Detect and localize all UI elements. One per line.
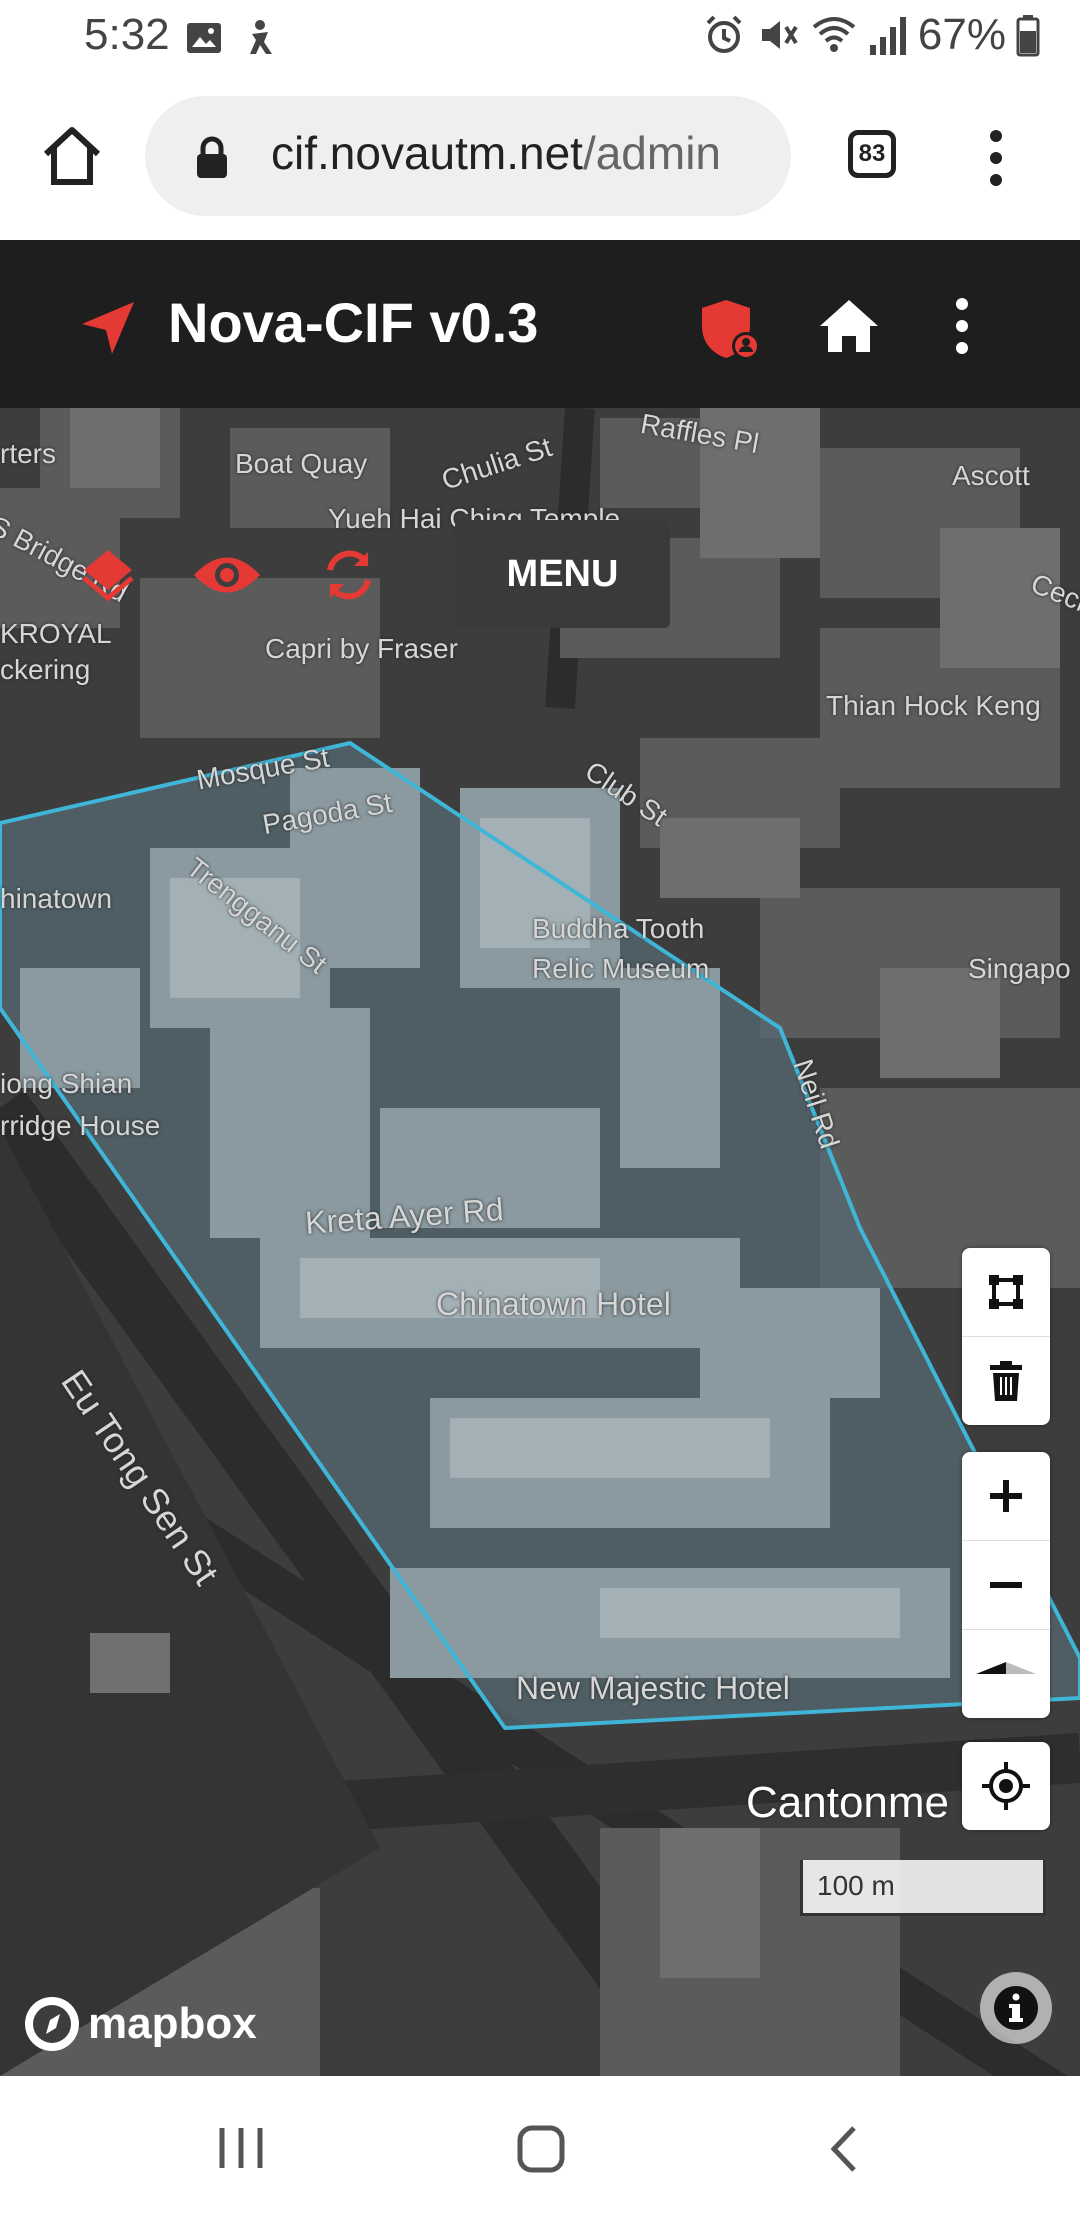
- refresh-icon[interactable]: [318, 544, 380, 606]
- zoom-controls: [962, 1452, 1050, 1718]
- browser-menu-icon[interactable]: [978, 128, 1014, 188]
- delete-shape-button[interactable]: [962, 1337, 1050, 1425]
- label-kroyal: KROYAL: [0, 618, 112, 649]
- system-nav-bar: [0, 2076, 1080, 2220]
- compass-icon: [976, 1662, 1036, 1674]
- url-host: cif.novautm.net: [271, 127, 583, 179]
- wifi-icon: [812, 17, 856, 52]
- app-menu-icon[interactable]: [952, 296, 972, 356]
- plus-icon: [990, 1480, 1022, 1512]
- scale-bar: 100 m: [800, 1860, 1046, 1916]
- zoom-out-button[interactable]: [962, 1541, 1050, 1630]
- url-path: /admin: [582, 127, 722, 179]
- label-new-majestic: New Majestic Hotel: [516, 1670, 790, 1706]
- label-chinatown-hotel: Chinatown Hotel: [436, 1286, 671, 1322]
- label-ckering: ckering: [0, 654, 91, 685]
- map-view[interactable]: Boat Quay Chulia St Raffles Pl Ascott rt…: [0, 408, 1080, 2076]
- my-location-icon: [982, 1762, 1030, 1810]
- tab-switcher-button[interactable]: 83: [848, 130, 896, 178]
- status-bar: 5:32 67%: [0, 0, 1080, 80]
- image-icon: [187, 23, 221, 53]
- mapbox-logo[interactable]: mapbox: [22, 1994, 257, 2054]
- zoom-in-button[interactable]: [962, 1452, 1050, 1541]
- accessibility-icon: [250, 20, 272, 54]
- url-text: cif.novautm.net/admin: [271, 126, 721, 180]
- lock-icon: [197, 136, 227, 178]
- label-rridge-house: rridge House: [0, 1110, 161, 1141]
- minus-icon: [990, 1582, 1022, 1588]
- browser-home-icon[interactable]: [40, 124, 104, 188]
- layers-icon[interactable]: [80, 546, 136, 602]
- back-nav-icon[interactable]: [826, 2124, 860, 2174]
- alarm-icon: [706, 15, 742, 53]
- label-ascott: Ascott: [952, 460, 1030, 491]
- label-singapo: Singapo: [968, 953, 1071, 984]
- label-capri: Capri by Fraser: [265, 633, 458, 664]
- compass-button[interactable]: [962, 1630, 1050, 1718]
- label-hinatown: hinatown: [0, 883, 113, 914]
- label-cantonment: Cantonme: [746, 1778, 950, 1827]
- label-iong-shian: iong Shian: [0, 1068, 133, 1099]
- recent-apps-icon[interactable]: [216, 2124, 266, 2172]
- battery-percent: 67%: [917, 10, 1006, 59]
- tab-count: 83: [858, 140, 886, 167]
- label-buddha-tooth-2: Relic Museum: [532, 953, 710, 984]
- app-title: Nova-CIF v0.3: [168, 291, 539, 354]
- app-header: Nova-CIF v0.3: [0, 240, 1080, 408]
- admin-shield-icon[interactable]: [700, 298, 762, 362]
- attribution-info-button[interactable]: [980, 1972, 1052, 2044]
- draw-polygon-button[interactable]: [962, 1248, 1050, 1337]
- mapbox-wordmark: mapbox: [88, 1999, 257, 2048]
- info-icon: [994, 1986, 1038, 2030]
- geolocate-control: [962, 1742, 1050, 1830]
- status-time: 5:32: [84, 10, 170, 59]
- app-home-icon[interactable]: [818, 298, 880, 354]
- visibility-eye-icon[interactable]: [192, 548, 262, 602]
- label-boat-quay: Boat Quay: [235, 448, 368, 479]
- home-nav-icon[interactable]: [516, 2124, 566, 2174]
- label-buddha-tooth-1: Buddha Tooth: [532, 913, 705, 944]
- polygon-icon: [989, 1275, 1023, 1309]
- status-right: 67%: [702, 10, 1040, 60]
- map-menu-button[interactable]: MENU: [455, 520, 670, 628]
- label-rters: rters: [0, 438, 56, 469]
- signal-icon: [869, 17, 906, 55]
- browser-toolbar: cif.novautm.net/admin 83: [0, 80, 1080, 240]
- mapbox-icon: [25, 1997, 79, 2051]
- label-thian-hock-keng: Thian Hock Keng: [826, 690, 1041, 721]
- trash-icon: [990, 1361, 1022, 1401]
- url-bar[interactable]: cif.novautm.net/admin: [145, 96, 791, 216]
- geolocate-button[interactable]: [962, 1742, 1050, 1830]
- battery-icon: [1016, 15, 1040, 57]
- navigation-arrow-icon: [82, 302, 134, 354]
- draw-controls: [962, 1248, 1050, 1425]
- mute-icon: [761, 21, 798, 49]
